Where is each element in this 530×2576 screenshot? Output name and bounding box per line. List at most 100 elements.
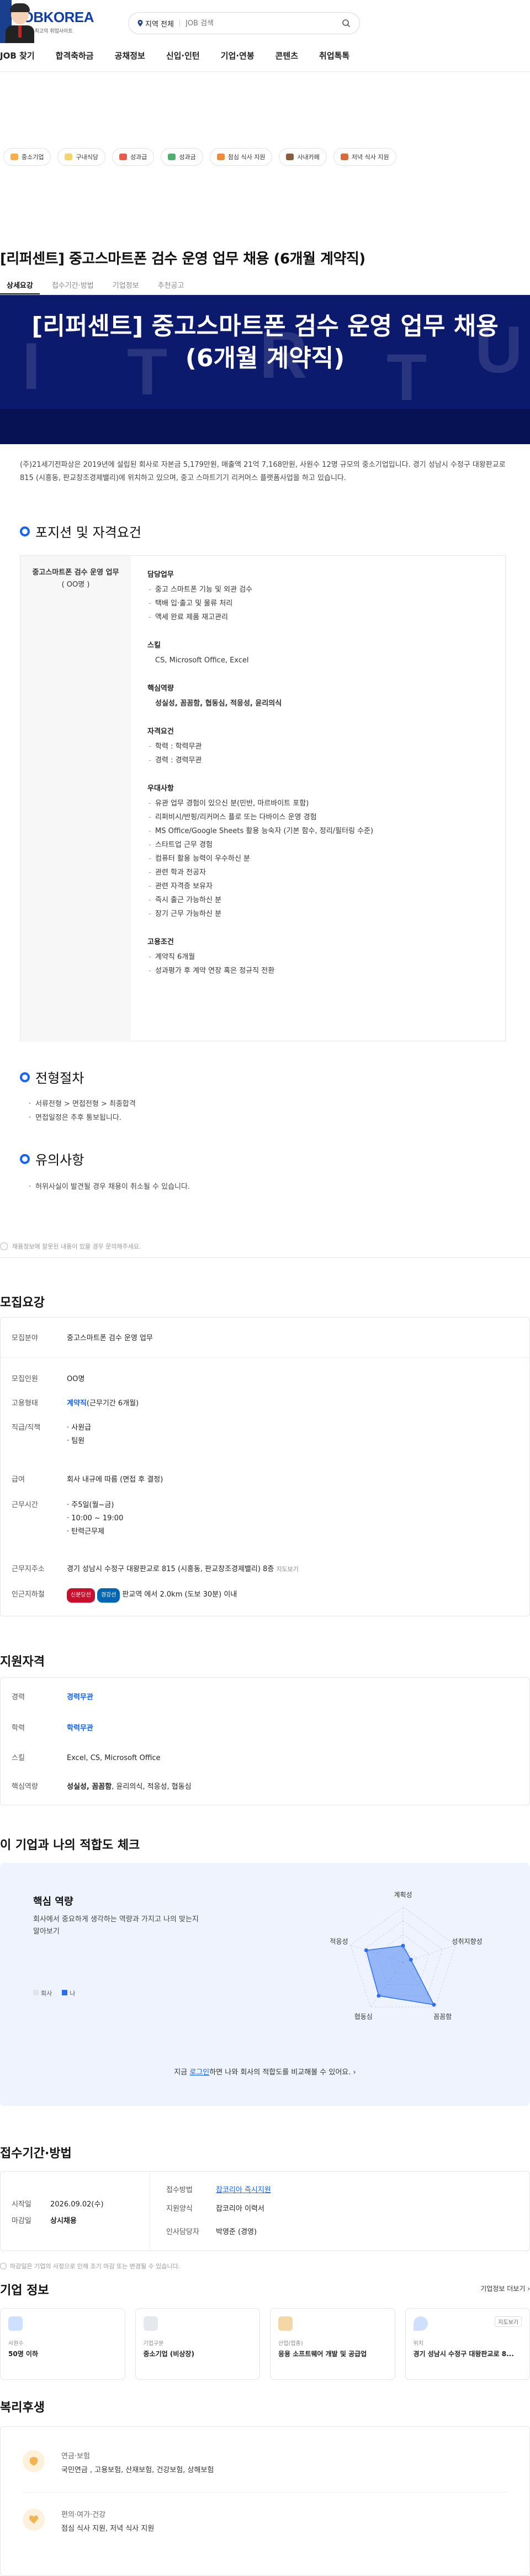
bonus-icon: [119, 154, 127, 160]
chip-cafe[interactable]: 사내카페: [279, 148, 327, 166]
meal-icon: [65, 154, 73, 160]
report-link[interactable]: 채용정보에 잘못된 내용이 있을 경우 문의해주세요.: [12, 1242, 141, 1251]
circle-icon: [20, 526, 30, 536]
tab-detail[interactable]: 상세요강: [0, 275, 40, 294]
company-title: 기업 정보: [0, 2284, 49, 2298]
chip-lunch[interactable]: 점심 식사 지원: [209, 148, 273, 166]
search-icon[interactable]: [342, 19, 351, 28]
pin-icon: [137, 20, 143, 27]
main-nav: JOB 찾기 합격축하금 공채정보 신입·인턴 기업·연봉 콘텐츠 취업톡톡: [0, 50, 370, 70]
radar-axis-label: 협동심: [354, 2013, 373, 2021]
welfare-box: 연금·보험 국민연금 , 고용보험, 산재보험, 건강보험, 상해보험 편의·여가…: [0, 2426, 530, 2576]
shield-icon: [23, 2450, 45, 2472]
caution-list: 허위사실이 발견될 경우 채용이 취소될 수 있습니다.: [29, 1180, 190, 1194]
logo[interactable]: JOBKOREA 대한민국 최고의 취업사이트: [0, 0, 94, 43]
summary-box: 모집분야 중고스마트폰 검수 운영 업무 모집인원 OO명 고용형태 계약직(근무기간…: [0, 1317, 530, 1616]
company-intro: (주)21세기전파상은 2019년에 설립된 회사로 자본금 5,179만원, …: [20, 461, 506, 482]
nav-company-salary[interactable]: 기업·연봉: [221, 50, 264, 70]
nav-career-talk[interactable]: 취업톡톡: [319, 50, 359, 70]
chip-incentive[interactable]: 성과금: [161, 148, 203, 166]
search-input[interactable]: [185, 19, 342, 28]
nav-entry-intern[interactable]: 신입·인턴: [166, 50, 210, 70]
dinner-icon: [340, 154, 348, 160]
tab-apply-period[interactable]: 접수기간·방법: [45, 275, 100, 294]
fit-cta: 지금 로그인하면 나와 회사의 적합도를 비교해볼 수 있어요. ›: [174, 2068, 356, 2077]
position-name: 중고스마트폰 검수 운영 업무 ( OO명 ): [20, 556, 131, 1042]
location-selector[interactable]: 지역 전체: [137, 18, 174, 29]
chip-cafeteria[interactable]: 구내식당: [57, 148, 105, 166]
quick-apply-link[interactable]: 잡코리아 즉시지원: [216, 2184, 271, 2197]
radar-me-area: [365, 1945, 435, 2005]
report-notice: 채용정보에 잘못된 내용이 있을 경우 문의해주세요.: [0, 1242, 530, 1258]
process-section-title: 전형절차: [20, 1067, 84, 1087]
coffee-icon: [286, 154, 294, 160]
apply-box: 시작일 2026.09.02(수) 마감일 상시채용 접수방법 잡코리아 즉시지원 지…: [0, 2171, 530, 2251]
login-link[interactable]: 로그인: [189, 2068, 209, 2077]
fit-card-title: 핵심 역량: [33, 1896, 73, 1908]
radar-point: [364, 1948, 368, 1952]
line-badge-gyeonggang: 경강선: [97, 1588, 120, 1603]
company-cards: 사원수 50명 이하 기업구분 중소기업 (비상장) 산업(업종) 응용 소프트웨어 …: [0, 2308, 530, 2380]
summary-title: 모집요강: [0, 1296, 45, 1310]
banner-title: [리퍼센트] 중고스마트폰 검수 운영 업무 채용 (6개월 계약직): [31, 312, 499, 372]
chip-bonus[interactable]: 성과급: [112, 148, 155, 166]
card-employees: 사원수 50명 이하: [0, 2308, 125, 2380]
card-company-type: 기업구분 중소기업 (비상장): [135, 2308, 260, 2380]
qual-title: 지원자격: [0, 1655, 45, 1669]
qual-box: 경력 경력무관 학력 학력무관 스킬 Excel, CS, Microsoft Off…: [0, 1677, 530, 1805]
circle-icon: [20, 1072, 30, 1082]
line-badge-sinbundang: 신분당선: [67, 1588, 95, 1603]
location-label: 지역 전체: [145, 20, 174, 29]
caution-section-title: 유의사항: [20, 1149, 84, 1168]
heart-icon: [23, 2509, 45, 2531]
radar-point: [432, 2003, 436, 2007]
tab-company-info[interactable]: 기업정보: [106, 275, 146, 294]
radar-point: [377, 1994, 381, 1998]
chip-dinner[interactable]: 저녁 식사 지원: [333, 148, 396, 166]
pin-icon: [413, 2316, 428, 2331]
apply-title: 접수기간·방법: [0, 2147, 72, 2161]
lunch-icon: [216, 154, 225, 160]
radar-axis-label: 적응성: [330, 1937, 348, 1945]
job-title: [리퍼센트] 중고스마트폰 검수 운영 업무 채용 (6개월 계약직): [0, 251, 365, 267]
position-detail: 담당업무 중고 스마트폰 기능 및 외관 검수 택배 입·출고 및 물류 처리 …: [147, 568, 490, 992]
nav-pass-reward[interactable]: 합격축하금: [56, 50, 104, 70]
tab-recommend[interactable]: 추천공고: [151, 275, 191, 294]
position-section-title: 포지션 및 자격요건: [20, 521, 141, 541]
fit-radar-chart: 계획성성취지향성꼼꼼함 협동심 적응성: [330, 1891, 482, 2021]
fit-title: 이 기업과 나의 적합도 체크: [0, 1839, 140, 1852]
site-header: JOBKOREA 대한민국 최고의 취업사이트 지역 전체 JOB 찾기 합격축…: [0, 0, 530, 72]
map-link[interactable]: 지도보기: [276, 1566, 298, 1573]
nav-job-search[interactable]: JOB 찾기: [0, 50, 45, 70]
nav-contents[interactable]: 콘텐츠: [275, 50, 308, 70]
building-icon: [143, 2316, 158, 2331]
mascot-icon: [0, 0, 34, 43]
info-icon: [0, 1242, 8, 1250]
nav-public-recruit[interactable]: 공채정보: [115, 50, 155, 70]
company-more-link[interactable]: 기업정보 더보기 ›: [480, 2284, 530, 2293]
money-icon: [168, 154, 176, 160]
map-button[interactable]: 지도보기: [495, 2316, 522, 2327]
radar-point: [401, 1943, 405, 1948]
chip-sme[interactable]: 중소기업: [3, 148, 51, 166]
circle-icon: [20, 1153, 30, 1164]
briefcase-icon: [278, 2316, 293, 2331]
fit-legend: 회사 나: [33, 1989, 75, 1998]
radar-axis-label: 꼼꼼함: [433, 2013, 452, 2021]
job-banner: I T R T U [리퍼센트] 중고스마트폰 검수 운영 업무 채용 (6개월…: [0, 295, 530, 444]
benefit-chips: 중소기업 구내식당 성과급 성과금 점심 식사 지원 사내카페 저녁 식사 지원: [0, 148, 530, 166]
radar-axis-label: 계획성: [394, 1891, 412, 1899]
people-icon: [8, 2316, 23, 2331]
radar-point: [409, 1957, 413, 1962]
process-list: 서류전형 > 면접전형 > 최종합격 면접일정은 추후 통보됩니다.: [29, 1097, 136, 1125]
info-icon: [0, 2263, 7, 2269]
fit-box: 핵심 역량 회사에서 중요하게 생각하는 역량과 가지고 나의 맞는지 알아보기…: [0, 1863, 530, 2106]
fit-card-desc: 회사에서 중요하게 생각하는 역량과 가지고 나의 맞는지 알아보기: [33, 1915, 199, 1936]
chevron-right-icon: ›: [353, 2068, 356, 2077]
detail-tabs: 상세요강 접수기간·방법 기업정보 추천공고: [0, 275, 530, 295]
card-location: 지도보기 위치 경기 성남시 수정구 대왕판교로 8...: [405, 2308, 530, 2380]
search-box: 지역 전체: [128, 12, 360, 34]
welfare-title: 복리후생: [0, 2401, 45, 2415]
radar-axis-label: 성취지향성: [452, 1937, 482, 1945]
position-box: 중고스마트폰 검수 운영 업무 ( OO명 ) 담당업무 중고 스마트폰 기능 …: [20, 555, 506, 1042]
